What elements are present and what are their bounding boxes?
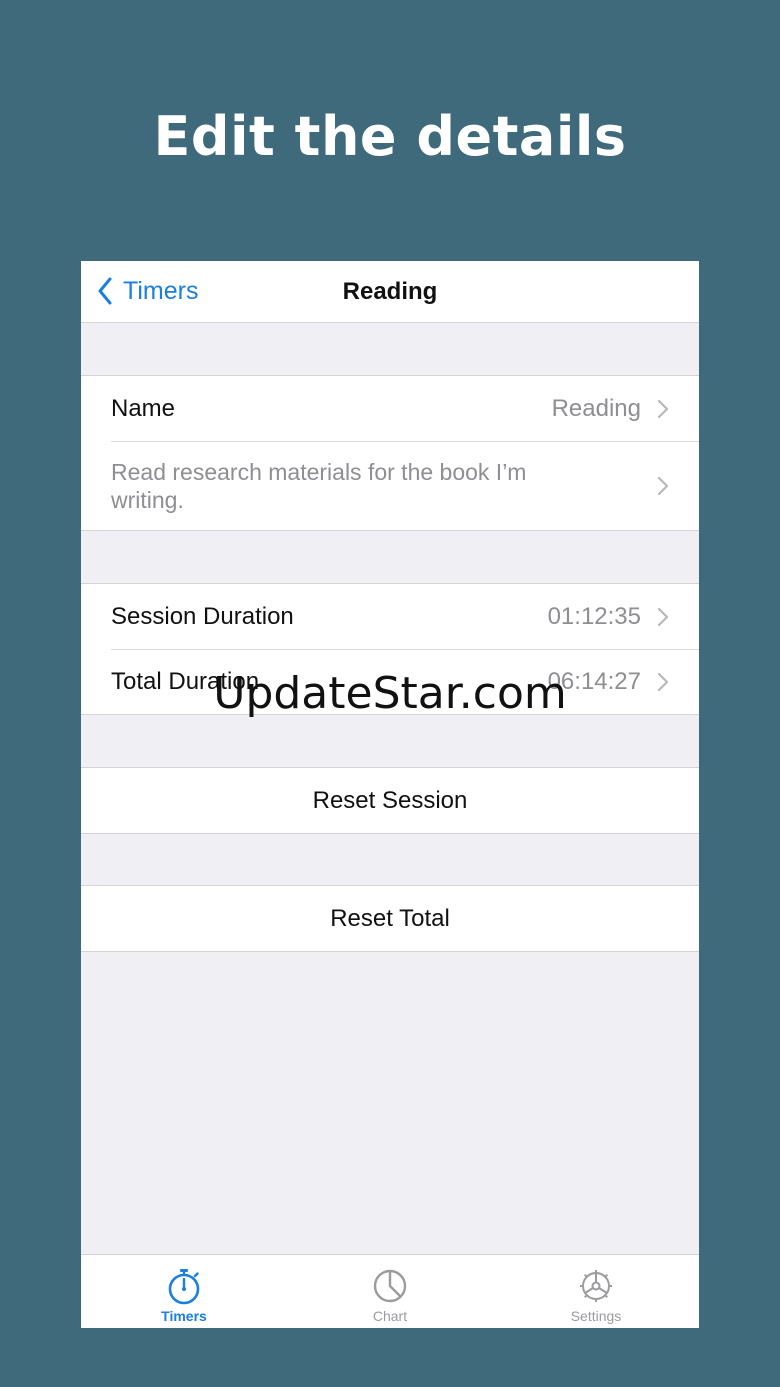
- description-row[interactable]: Read research materials for the book I’m…: [81, 441, 699, 530]
- gear-icon: [580, 1270, 612, 1302]
- chevron-left-icon: [98, 277, 112, 305]
- reset-session-group: Reset Session: [81, 767, 699, 834]
- tab-settings-label: Settings: [570, 1308, 622, 1324]
- back-button[interactable]: Timers: [97, 273, 198, 309]
- tab-timers[interactable]: Timers: [81, 1255, 287, 1328]
- chevron-right-icon: [657, 476, 669, 495]
- session-duration-label: Session Duration: [111, 602, 294, 630]
- chevron-right-icon: [657, 672, 669, 691]
- back-button-label: Timers: [123, 276, 199, 305]
- reset-session-label: Reset Session: [312, 786, 468, 814]
- total-duration-value: 06:14:27: [547, 667, 641, 695]
- tab-settings[interactable]: Settings: [493, 1255, 699, 1328]
- pie-chart-icon: [373, 1269, 407, 1303]
- stopwatch-icon: [168, 1269, 200, 1305]
- name-label: Name: [111, 394, 176, 422]
- tab-bar: Timers Chart Settings: [81, 1254, 699, 1328]
- durations-group: Session Duration 01:12:35 Total Duration…: [81, 583, 699, 715]
- tab-timers-label: Timers: [161, 1308, 207, 1324]
- name-value: Reading: [551, 394, 641, 422]
- session-duration-value: 01:12:35: [547, 602, 641, 630]
- reset-total-button[interactable]: Reset Total: [81, 886, 699, 951]
- chevron-right-icon: [657, 399, 669, 418]
- chevron-right-icon: [657, 607, 669, 626]
- app-screen: Reading Timers Name Reading Read researc…: [81, 261, 699, 1328]
- total-duration-label: Total Duration: [111, 667, 260, 695]
- navigation-bar: Reading Timers: [81, 261, 699, 323]
- promo-headline: Edit the details: [153, 105, 627, 168]
- tab-chart-label: Chart: [372, 1308, 408, 1324]
- total-duration-row[interactable]: Total Duration 06:14:27: [81, 649, 699, 714]
- reset-total-group: Reset Total: [81, 885, 699, 952]
- reset-total-label: Reset Total: [330, 904, 450, 932]
- name-row[interactable]: Name Reading: [81, 376, 699, 441]
- details-group: Name Reading Read research materials for…: [81, 375, 699, 531]
- description-text: Read research materials for the book I’m…: [111, 458, 527, 513]
- reset-session-button[interactable]: Reset Session: [81, 768, 699, 833]
- session-duration-row[interactable]: Session Duration 01:12:35: [81, 584, 699, 649]
- tab-chart[interactable]: Chart: [287, 1255, 493, 1328]
